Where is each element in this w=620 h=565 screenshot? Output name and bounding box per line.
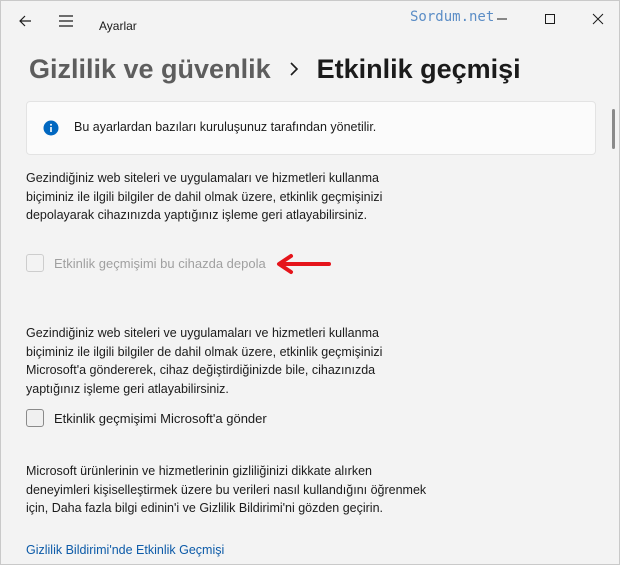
send-to-microsoft-checkbox-row[interactable]: Etkinlik geçmişimi Microsoft'a gönder xyxy=(26,409,267,427)
breadcrumb-parent[interactable]: Gizlilik ve güvenlik xyxy=(29,54,271,85)
privacy-statement-link[interactable]: Gizlilik Bildirimi'nde Etkinlik Geçmişi xyxy=(26,543,224,557)
description-line: Microsoft ürünlerinin ve hizmetlerinin g… xyxy=(26,464,372,478)
page-title: Etkinlik geçmişi xyxy=(316,53,521,84)
breadcrumb: Gizlilik ve güvenlik Etkinlik geçmişi xyxy=(29,49,521,89)
info-banner: Bu ayarlardan bazıları kuruluşunuz taraf… xyxy=(26,101,596,155)
description-line: biçiminiz ile ilgili bilgiler de dahil o… xyxy=(26,189,383,204)
description-line: depolayarak cihazınızda yaptığınız işlem… xyxy=(26,208,368,222)
minimize-icon xyxy=(497,18,507,20)
send-to-microsoft-label: Etkinlik geçmişimi Microsoft'a gönder xyxy=(54,410,267,426)
minimize-button[interactable] xyxy=(488,7,516,31)
settings-window: Ayarlar Sordum.net Gizlilik ve güvenlik … xyxy=(0,0,620,565)
store-locally-checkbox[interactable] xyxy=(26,254,44,272)
description-line: Gezindiğiniz web siteleri ve uygulamalar… xyxy=(26,326,379,340)
menu-button[interactable] xyxy=(54,9,78,33)
description-cloud: Gezindiğiniz web siteleri ve uygulamalar… xyxy=(26,324,546,398)
description-line: Gezindiğiniz web siteleri ve uygulamalar… xyxy=(26,171,379,185)
info-text: Bu ayarlardan bazıları kuruluşunuz taraf… xyxy=(74,120,377,134)
description-line: deneyimleri kişiselleştirmek üzere bu ve… xyxy=(26,482,427,497)
description-line: için, Daha fazla bilgi edinin'i ve Gizli… xyxy=(26,501,384,515)
red-arrow-icon xyxy=(277,254,331,274)
description-line: yaptığınız işleme geri atlayabilirsiniz. xyxy=(26,381,229,396)
maximize-icon xyxy=(545,14,555,24)
app-title: Ayarlar xyxy=(99,19,137,33)
description-line: biçiminiz ile ilgili bilgiler de dahil o… xyxy=(26,344,383,359)
scrollbar[interactable] xyxy=(612,109,615,149)
privacy-description: Microsoft ürünlerinin ve hizmetlerinin g… xyxy=(26,462,546,518)
back-button[interactable] xyxy=(13,9,37,33)
description-line: Microsoft'a göndererek, cihaz değiştirdi… xyxy=(26,363,376,377)
store-locally-label: Etkinlik geçmişimi bu cihazda depola xyxy=(54,255,266,271)
description-local: Gezindiğiniz web siteleri ve uygulamalar… xyxy=(26,169,546,225)
send-to-microsoft-checkbox[interactable] xyxy=(26,409,44,427)
close-icon xyxy=(592,13,604,25)
maximize-button[interactable] xyxy=(536,7,564,31)
watermark: Sordum.net xyxy=(410,9,495,25)
info-icon xyxy=(43,120,59,136)
store-locally-checkbox-row[interactable]: Etkinlik geçmişimi bu cihazda depola xyxy=(26,254,266,272)
close-button[interactable] xyxy=(584,7,612,31)
title-bar: Ayarlar Sordum.net xyxy=(1,1,619,41)
hamburger-icon xyxy=(59,15,73,27)
arrow-left-icon xyxy=(19,15,31,27)
chevron-right-icon xyxy=(279,61,309,77)
